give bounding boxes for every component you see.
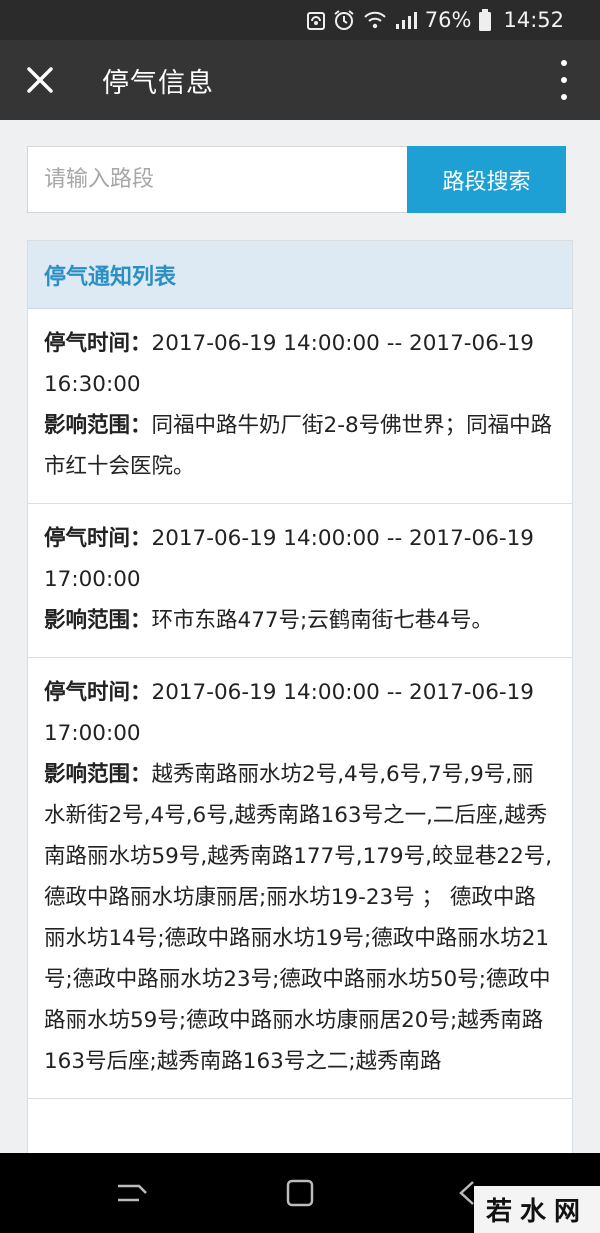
time-label: 停气时间： (44, 331, 152, 356)
recent-apps-button[interactable] (114, 1175, 150, 1211)
sync-icon (306, 10, 325, 30)
battery-percent: 76% (424, 8, 472, 32)
time-label: 停气时间： (44, 680, 152, 705)
outage-time: 停气时间：2017-06-19 14:00:00 -- 2017-06-19 1… (44, 672, 554, 754)
outage-time: 停气时间：2017-06-19 14:00:00 -- 2017-06-19 1… (44, 323, 554, 405)
list-item: 停气时间：2017-06-19 14:00:00 -- 2017-06-19 1… (28, 504, 572, 658)
scope-value: 环市东路477号;云鹤南街七巷4号。 (151, 608, 493, 633)
wifi-icon (363, 10, 387, 30)
panel-title: 停气通知列表 (28, 241, 572, 309)
road-search-input[interactable] (27, 146, 407, 213)
status-bar: 76% 14:52 (0, 0, 600, 40)
outage-time: 停气时间：2017-06-19 14:00:00 -- 2017-06-19 1… (44, 518, 554, 600)
home-icon (286, 1179, 314, 1207)
scope-label: 影响范围： (44, 608, 152, 633)
recent-apps-icon (118, 1184, 147, 1202)
affected-scope: 影响范围：环市东路477号;云鹤南街七巷4号。 (44, 600, 554, 641)
search-bar: 路段搜索 (27, 146, 566, 213)
affected-scope: 影响范围：越秀南路丽水坊2号,4号,6号,7号,9号,丽水新街2号,4号,6号,… (44, 754, 554, 1082)
signal-icon (395, 10, 417, 30)
list-item: 停气时间：2017-06-19 14:00:00 -- 2017-06-19 1… (28, 309, 572, 504)
notice-list-panel: 停气通知列表 停气时间：2017-06-19 14:00:00 -- 2017-… (27, 240, 573, 1200)
affected-scope: 影响范围：同福中路牛奶厂街2-8号佛世界；同福中路市红十会医院。 (44, 405, 554, 487)
list-item: 停气时间：2017-06-19 14:00:00 -- 2017-06-19 1… (28, 658, 572, 1099)
status-time: 14:52 (503, 8, 564, 32)
battery-icon (479, 9, 492, 31)
more-menu-button[interactable] (552, 60, 576, 100)
page-title: 停气信息 (102, 67, 214, 99)
time-label: 停气时间： (44, 526, 152, 551)
alarm-icon (333, 9, 355, 31)
home-button[interactable] (282, 1175, 318, 1211)
close-button[interactable] (0, 40, 80, 120)
more-dot (561, 77, 567, 83)
more-dot (561, 94, 567, 100)
scope-label: 影响范围： (44, 413, 152, 438)
scope-value: 越秀南路丽水坊2号,4号,6号,7号,9号,丽水新街2号,4号,6号,越秀南路1… (44, 762, 553, 1074)
watermark-logo: 若水网 (474, 1186, 600, 1233)
more-vertical-icon (561, 60, 567, 66)
road-search-button[interactable]: 路段搜索 (407, 146, 566, 213)
close-icon (27, 67, 53, 93)
scope-label: 影响范围： (44, 762, 152, 787)
app-bar: 停气信息 (0, 40, 600, 120)
